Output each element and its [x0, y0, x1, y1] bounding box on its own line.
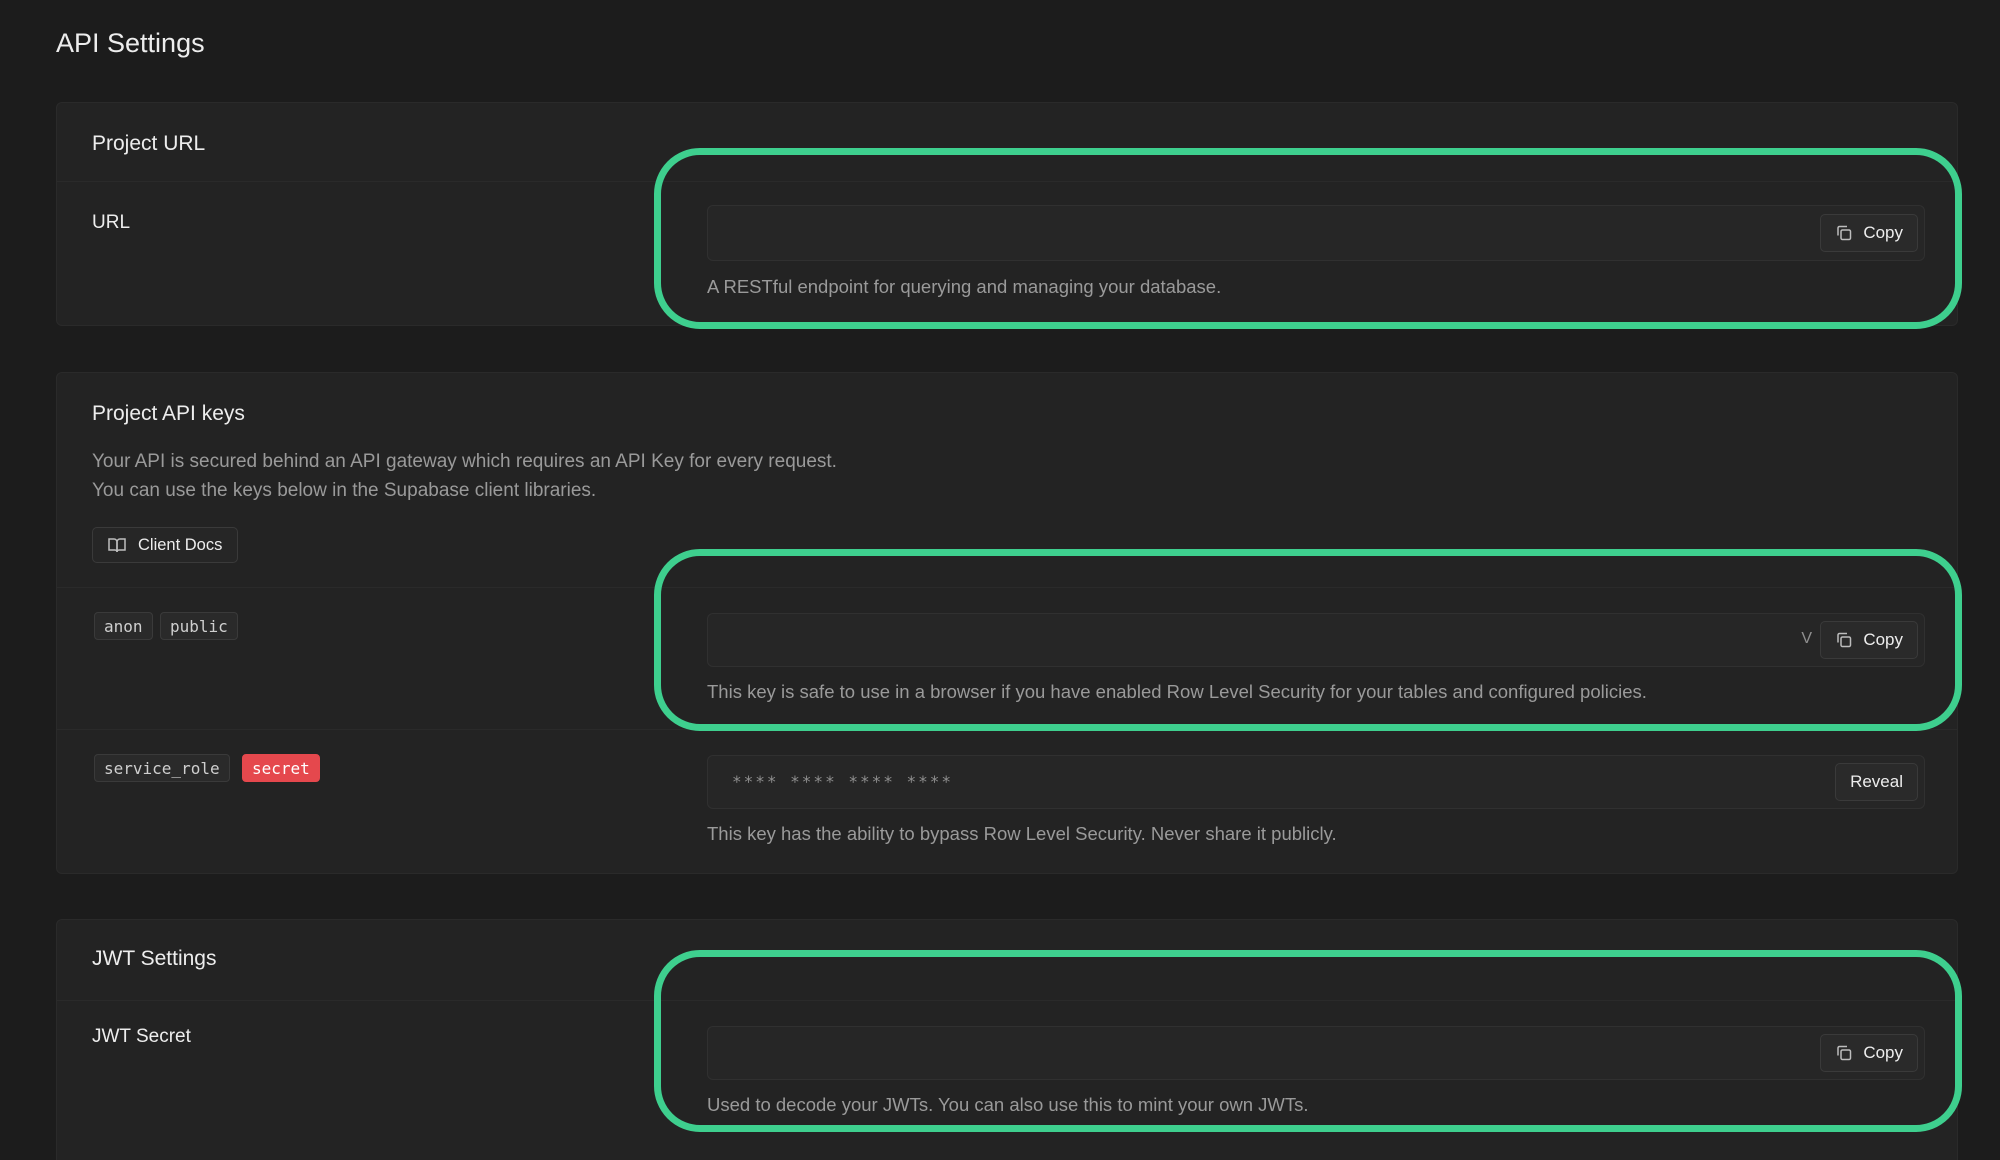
anon-key-hint: This key is safe to use in a browser if … — [707, 681, 1647, 702]
reveal-label: Reveal — [1850, 772, 1903, 791]
copy-url-button[interactable]: Copy — [1820, 214, 1918, 252]
anon-tag: anon — [94, 612, 153, 640]
divider — [57, 1000, 1957, 1001]
divider — [57, 729, 1957, 730]
service-role-hint: This key has the ability to bypass Row L… — [707, 823, 1337, 844]
api-settings-page: API Settings Project URL URL Copy A REST… — [0, 0, 2000, 1160]
project-url-title: Project URL — [92, 132, 206, 155]
copy-anon-key-label: Copy — [1863, 630, 1903, 649]
copy-url-label: Copy — [1863, 223, 1903, 242]
copy-icon — [1837, 225, 1852, 241]
book-open-icon — [108, 538, 126, 553]
page-title: API Settings — [56, 28, 205, 58]
service-role-masked-value: **** **** **** **** — [732, 772, 954, 791]
copy-jwt-secret-label: Copy — [1863, 1043, 1903, 1062]
url-field[interactable]: Copy — [707, 205, 1925, 261]
copy-anon-key-button[interactable]: Copy — [1820, 621, 1918, 659]
copy-jwt-secret-button[interactable]: Copy — [1820, 1034, 1918, 1072]
api-keys-title: Project API keys — [92, 402, 245, 425]
api-keys-description-line1: Your API is secured behind an API gatewa… — [92, 451, 837, 472]
anon-key-overflow-text: V — [1801, 630, 1812, 647]
project-url-card: Project URL URL Copy A RESTful endpoint … — [56, 102, 1958, 326]
jwt-settings-card: JWT Settings JWT Secret Copy Used to dec… — [56, 919, 1958, 1160]
url-hint: A RESTful endpoint for querying and mana… — [707, 276, 1222, 297]
service-role-key-field[interactable]: **** **** **** **** Reveal — [707, 755, 1925, 809]
jwt-settings-title: JWT Settings — [92, 947, 217, 970]
client-docs-label: Client Docs — [138, 535, 223, 554]
client-docs-button[interactable]: Client Docs — [92, 527, 239, 563]
url-label: URL — [92, 212, 131, 233]
service-role-tag: service_role — [94, 754, 230, 782]
divider — [57, 587, 1957, 588]
jwt-secret-hint: Used to decode your JWTs. You can also u… — [707, 1094, 1309, 1115]
anon-key-field[interactable]: V Copy — [707, 613, 1925, 667]
secret-tag: secret — [242, 754, 320, 782]
jwt-secret-label: JWT Secret — [92, 1026, 191, 1047]
jwt-secret-field[interactable]: Copy — [707, 1026, 1925, 1080]
copy-icon — [1837, 1045, 1852, 1061]
divider — [57, 181, 1957, 182]
api-keys-description-line2: You can use the keys below in the Supaba… — [92, 480, 597, 501]
public-tag: public — [160, 612, 238, 640]
copy-icon — [1837, 632, 1852, 648]
reveal-service-role-button[interactable]: Reveal — [1835, 763, 1918, 801]
api-keys-card: Project API keys Your API is secured beh… — [56, 372, 1958, 874]
